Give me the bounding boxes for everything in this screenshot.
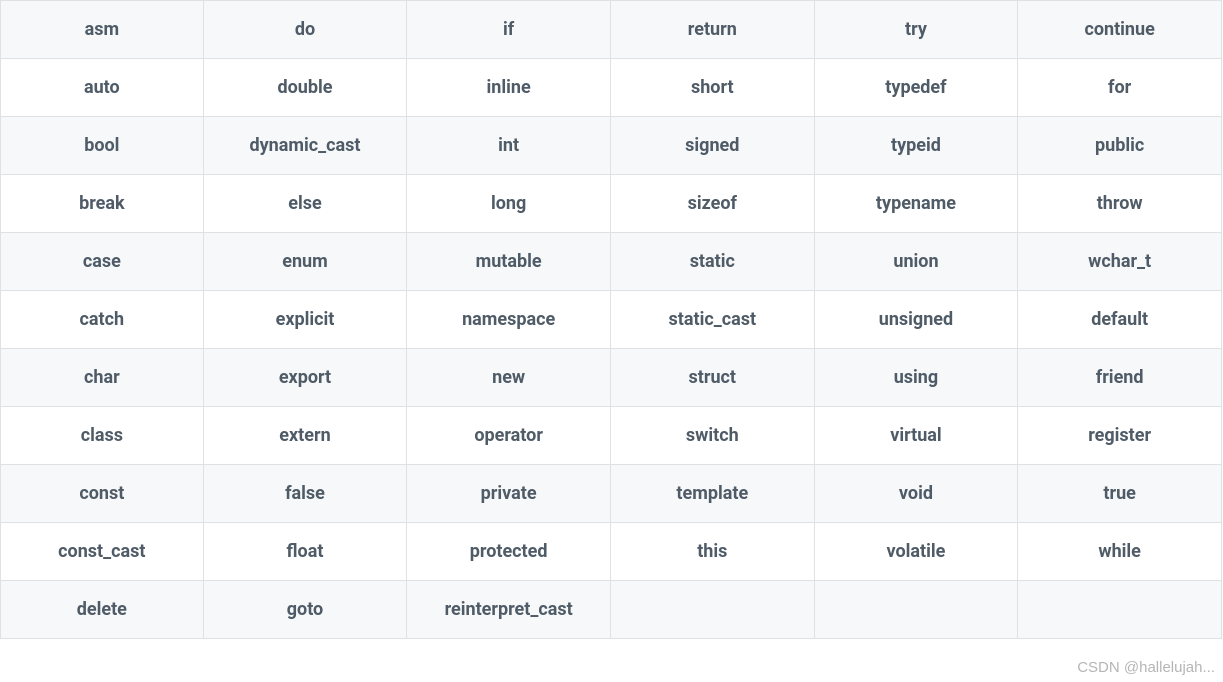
table-cell: break	[0, 175, 204, 233]
table-cell: while	[1018, 523, 1222, 581]
table-cell: catch	[0, 291, 204, 349]
table-cell: typedef	[815, 59, 1019, 117]
table-cell: export	[204, 349, 408, 407]
table-cell: default	[1018, 291, 1222, 349]
table-cell: typeid	[815, 117, 1019, 175]
table-cell: new	[407, 349, 611, 407]
table-cell: float	[204, 523, 408, 581]
table-row: char export new struct using friend	[0, 349, 1222, 407]
table-cell: private	[407, 465, 611, 523]
table-cell: auto	[0, 59, 204, 117]
table-cell: volatile	[815, 523, 1019, 581]
table-cell: delete	[0, 581, 204, 639]
table-cell: switch	[611, 407, 815, 465]
table-cell: register	[1018, 407, 1222, 465]
table-cell: char	[0, 349, 204, 407]
table-cell	[611, 581, 815, 639]
table-cell: else	[204, 175, 408, 233]
table-cell: explicit	[204, 291, 408, 349]
table-row: const_cast float protected this volatile…	[0, 523, 1222, 581]
table-cell: reinterpret_cast	[407, 581, 611, 639]
table-header-cell: if	[407, 0, 611, 59]
table-cell: true	[1018, 465, 1222, 523]
table-row: auto double inline short typedef for	[0, 59, 1222, 117]
keywords-table: asm do if return try continue auto doubl…	[0, 0, 1222, 639]
table-cell: case	[0, 233, 204, 291]
table-row: break else long sizeof typename throw	[0, 175, 1222, 233]
table-cell: dynamic_cast	[204, 117, 408, 175]
table-header-row: asm do if return try continue	[0, 0, 1222, 59]
table-cell: goto	[204, 581, 408, 639]
table-cell: static	[611, 233, 815, 291]
table-header-cell: asm	[0, 0, 204, 59]
table-cell: struct	[611, 349, 815, 407]
table-cell: double	[204, 59, 408, 117]
table-row: delete goto reinterpret_cast	[0, 581, 1222, 639]
table-cell: template	[611, 465, 815, 523]
table-cell: false	[204, 465, 408, 523]
table-row: bool dynamic_cast int signed typeid publ…	[0, 117, 1222, 175]
table-cell: signed	[611, 117, 815, 175]
table-cell: public	[1018, 117, 1222, 175]
table-cell: bool	[0, 117, 204, 175]
table-row: case enum mutable static union wchar_t	[0, 233, 1222, 291]
table-cell: void	[815, 465, 1019, 523]
table-cell: for	[1018, 59, 1222, 117]
table-cell: enum	[204, 233, 408, 291]
table-header-cell: do	[204, 0, 408, 59]
table-row: catch explicit namespace static_cast uns…	[0, 291, 1222, 349]
table-cell: throw	[1018, 175, 1222, 233]
table-cell: virtual	[815, 407, 1019, 465]
table-cell: namespace	[407, 291, 611, 349]
table-cell: this	[611, 523, 815, 581]
table-cell: union	[815, 233, 1019, 291]
table-cell: friend	[1018, 349, 1222, 407]
table-cell: const_cast	[0, 523, 204, 581]
table-cell: extern	[204, 407, 408, 465]
table-header-cell: continue	[1018, 0, 1222, 59]
table-cell: typename	[815, 175, 1019, 233]
table-cell: protected	[407, 523, 611, 581]
table-cell: operator	[407, 407, 611, 465]
keywords-table-container: asm do if return try continue auto doubl…	[0, 0, 1223, 639]
table-header-cell: return	[611, 0, 815, 59]
table-row: const false private template void true	[0, 465, 1222, 523]
table-cell: mutable	[407, 233, 611, 291]
table-cell: using	[815, 349, 1019, 407]
table-cell: inline	[407, 59, 611, 117]
watermark-text: CSDN @hallelujah...	[1077, 659, 1215, 676]
table-cell: wchar_t	[1018, 233, 1222, 291]
table-cell: const	[0, 465, 204, 523]
table-row: class extern operator switch virtual reg…	[0, 407, 1222, 465]
table-cell: sizeof	[611, 175, 815, 233]
table-cell: int	[407, 117, 611, 175]
table-header-cell: try	[815, 0, 1019, 59]
table-cell: class	[0, 407, 204, 465]
table-cell: static_cast	[611, 291, 815, 349]
table-cell: short	[611, 59, 815, 117]
table-cell: long	[407, 175, 611, 233]
table-cell	[815, 581, 1019, 639]
table-cell	[1018, 581, 1222, 639]
table-cell: unsigned	[815, 291, 1019, 349]
